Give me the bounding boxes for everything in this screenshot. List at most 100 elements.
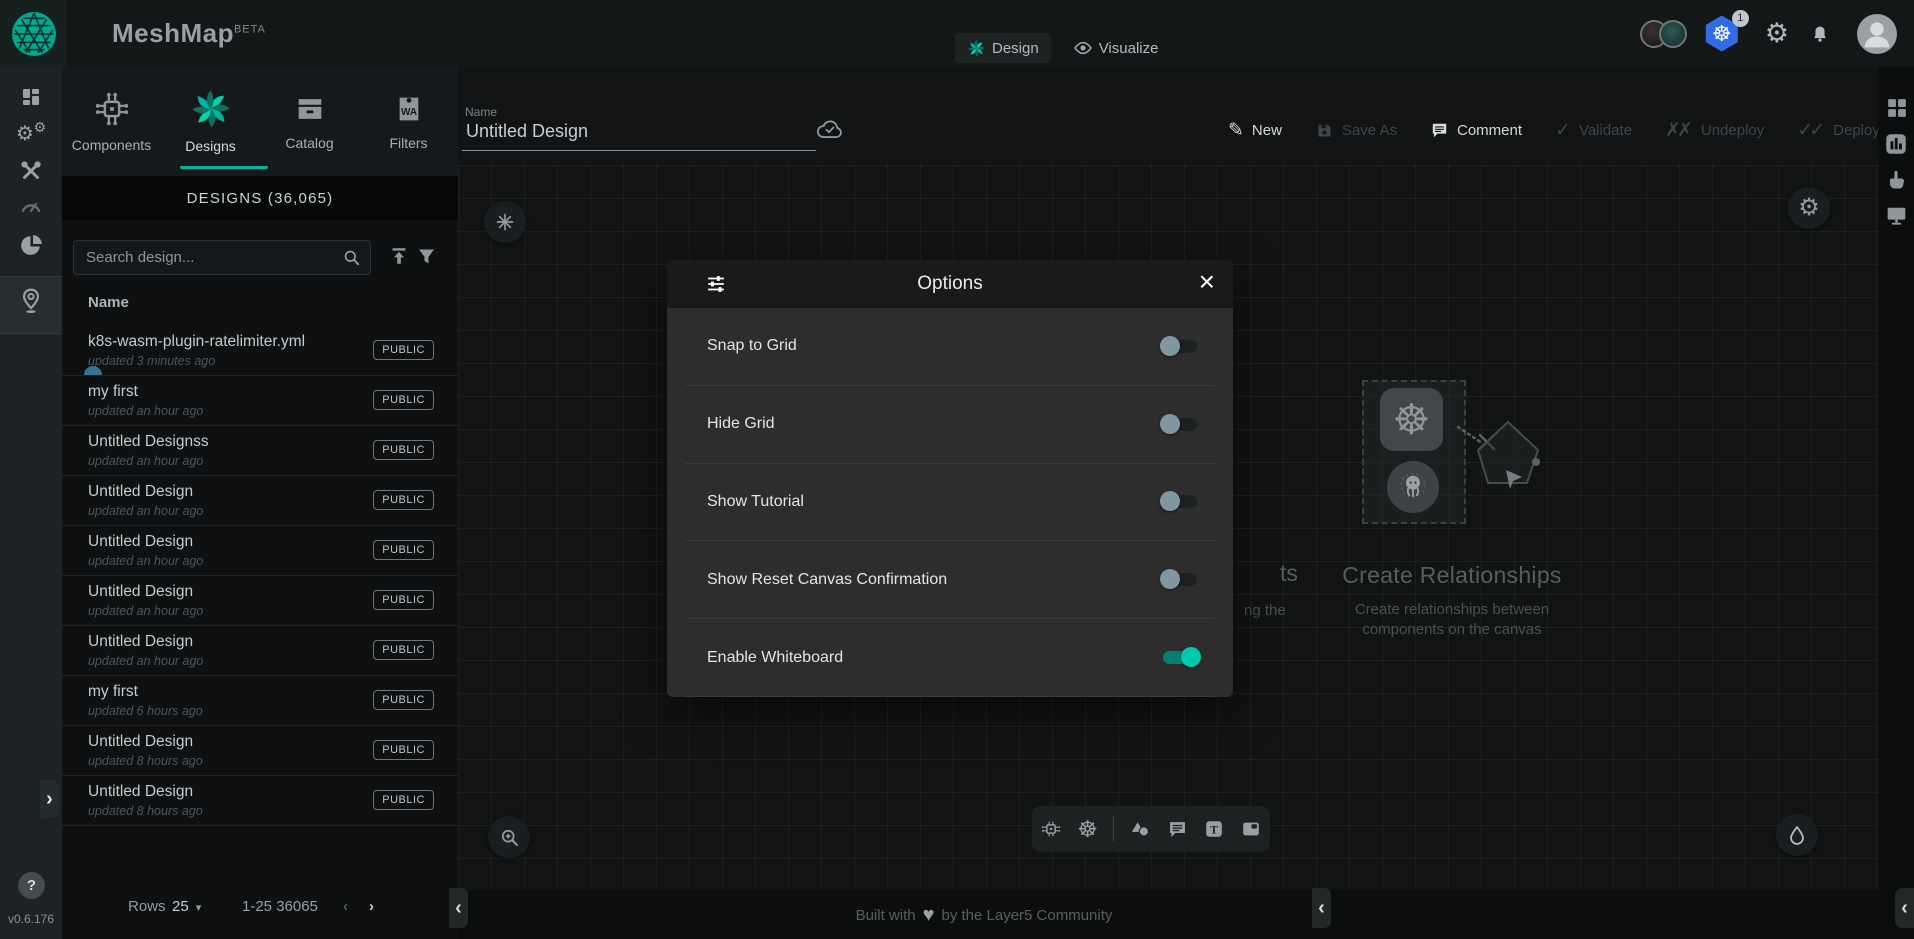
visibility-badge: PUBLIC — [373, 740, 434, 760]
design-name: Untitled Design — [88, 533, 193, 551]
enable-whiteboard-toggle[interactable] — [1160, 647, 1201, 668]
tab-catalog[interactable]: Catalog — [260, 67, 359, 176]
canvas-snowflake-button[interactable] — [484, 201, 526, 243]
visibility-badge: PUBLIC — [373, 690, 434, 710]
design-row[interactable]: k8s-wasm-plugin-ratelimiter.yml updated … — [62, 326, 458, 376]
comment-tool-icon[interactable] — [1167, 819, 1188, 840]
cloud-saved-icon — [815, 117, 845, 141]
collaborator-avatar-2[interactable] — [1659, 20, 1687, 48]
search-input[interactable] — [74, 249, 342, 266]
canvas-collapse-handle[interactable]: ‹ — [1312, 888, 1331, 928]
check-icon: ✓ — [1555, 119, 1571, 142]
design-name: Untitled Design — [88, 733, 193, 751]
comment-button[interactable]: Comment — [1430, 121, 1522, 140]
rail-configuration-tools-icon[interactable] — [0, 159, 62, 183]
previous-page-button[interactable]: ‹ — [343, 898, 348, 915]
layer5-logo[interactable] — [0, 0, 67, 67]
panel-collapse-handle[interactable]: ‹ — [449, 888, 468, 928]
rail-meshmap-pin-icon[interactable] — [0, 286, 62, 316]
visibility-badge: PUBLIC — [373, 590, 434, 610]
help-button[interactable]: ? — [18, 872, 45, 899]
undeploy-button[interactable]: ✗ ✗ Undeploy — [1665, 119, 1764, 142]
design-name-input[interactable] — [462, 119, 816, 151]
options-modal: Options × Snap to Grid Hide Grid Show Tu… — [667, 260, 1233, 697]
search-icon — [342, 248, 361, 267]
zoom-button[interactable] — [488, 816, 530, 858]
design-row[interactable]: Untitled Design updated an hour ago PUBL… — [62, 476, 458, 526]
design-updated: updated an hour ago — [88, 504, 203, 518]
dock-metrics-icon[interactable] — [1878, 131, 1914, 157]
options-modal-body: Snap to Grid Hide Grid Show Tutorial Sho… — [667, 308, 1233, 697]
tab-components[interactable]: Components — [62, 67, 161, 176]
rail-extensions-pie-icon[interactable] — [0, 233, 62, 258]
rail-expand-handle[interactable]: › — [40, 780, 59, 818]
dock-pointer-hand-icon[interactable] — [1878, 168, 1914, 192]
rail-dashboard-icon[interactable] — [0, 85, 62, 109]
right-dock-strip — [1878, 67, 1914, 939]
design-row[interactable]: Untitled Designss updated an hour ago PU… — [62, 426, 458, 476]
column-header-name: Name — [88, 294, 129, 311]
design-name: Untitled Designss — [88, 433, 209, 451]
rows-per-page-select[interactable]: 25▾ — [172, 898, 201, 915]
filter-icon[interactable] — [416, 246, 437, 267]
design-row[interactable]: my first updated 6 hours ago PUBLIC — [62, 676, 458, 726]
tutorial-title: Create Relationships — [1282, 562, 1622, 589]
design-row[interactable]: Untitled Design updated 8 hours ago PUBL… — [62, 776, 458, 826]
canvas-settings-button[interactable]: ⚙ — [1788, 187, 1830, 229]
option-row-reset-canvas-confirmation: Show Reset Canvas Confirmation — [685, 541, 1215, 619]
app-version: v0.6.176 — [0, 912, 62, 926]
occluded-tutorial-subtitle-fragment: ng the — [1244, 602, 1286, 619]
designs-panel: Components Designs Catalo — [62, 67, 458, 939]
settings-gear-icon[interactable]: ⚙ — [1765, 20, 1789, 47]
notifications-bell-icon[interactable] — [1809, 23, 1831, 45]
tab-designs[interactable]: Designs — [161, 67, 260, 176]
pencil-icon: ✎ — [1228, 119, 1244, 142]
design-row[interactable]: Untitled Design updated 8 hours ago PUBL… — [62, 726, 458, 776]
whiteboard-drop-button[interactable] — [1776, 814, 1818, 856]
media-tool-icon[interactable] — [1240, 818, 1262, 840]
pagination-bar: Rows 25▾ 1-25 36065 ‹ › — [62, 885, 458, 939]
dock-dashboard-icon[interactable] — [1878, 95, 1914, 120]
deploy-button[interactable]: ✓ ✓ Deploy — [1797, 119, 1880, 142]
rail-lifecycle-gears-icon[interactable]: ⚙⚙ — [0, 122, 62, 146]
design-row[interactable]: my first updated an hour ago PUBLIC — [62, 376, 458, 426]
kubernetes-context-button[interactable]: ☸ 1 — [1705, 16, 1739, 52]
rail-performance-gauge-icon[interactable] — [0, 195, 62, 219]
tab-design[interactable]: Design — [955, 33, 1051, 63]
snap-to-grid-toggle[interactable] — [1160, 336, 1201, 357]
show-tutorial-toggle[interactable] — [1160, 491, 1201, 512]
designs-count-header: DESIGNS (36,065) — [62, 176, 458, 220]
tab-visualize[interactable]: Visualize — [1061, 33, 1171, 63]
tutorial-subtitle: Create relationships between components … — [1322, 600, 1582, 640]
tab-filters[interactable]: WA Filters — [359, 67, 458, 176]
hide-grid-toggle[interactable] — [1160, 414, 1201, 435]
pill-divider — [1113, 816, 1114, 842]
design-name: Untitled Design — [88, 633, 193, 651]
design-row[interactable]: Untitled Design updated an hour ago PUBL… — [62, 576, 458, 626]
shapes-tool-icon[interactable] — [1129, 818, 1152, 841]
design-row[interactable]: Untitled Design updated an hour ago PUBL… — [62, 626, 458, 676]
design-row[interactable]: Untitled Design updated an hour ago PUBL… — [62, 526, 458, 576]
design-updated: updated an hour ago — [88, 654, 203, 668]
design-updated: updated an hour ago — [88, 554, 203, 568]
reset-canvas-confirmation-toggle[interactable] — [1160, 569, 1201, 590]
rows-label: Rows — [128, 898, 166, 915]
design-name: my first — [88, 683, 138, 701]
sidecar-spiral-icon — [967, 39, 986, 58]
new-button[interactable]: ✎ New — [1228, 119, 1282, 142]
save-as-button[interactable]: Save As — [1315, 121, 1397, 140]
import-design-icon[interactable] — [388, 245, 410, 267]
text-tool-icon[interactable]: T — [1203, 818, 1225, 840]
component-tool-icon[interactable] — [1040, 818, 1062, 840]
kubernetes-tool-icon[interactable]: ☸ — [1077, 818, 1098, 841]
context-count-badge: 1 — [1732, 10, 1749, 27]
validate-button[interactable]: ✓ Validate — [1555, 119, 1632, 142]
next-page-button[interactable]: › — [369, 898, 374, 915]
close-icon[interactable]: × — [1199, 266, 1215, 298]
dock-collapse-handle[interactable]: ‹ — [1895, 888, 1914, 928]
droplet-icon — [1786, 824, 1808, 846]
dock-screen-icon[interactable] — [1878, 203, 1914, 228]
design-name: k8s-wasm-plugin-ratelimiter.yml — [88, 333, 305, 351]
design-updated: updated an hour ago — [88, 404, 203, 418]
profile-avatar[interactable] — [1857, 14, 1897, 54]
